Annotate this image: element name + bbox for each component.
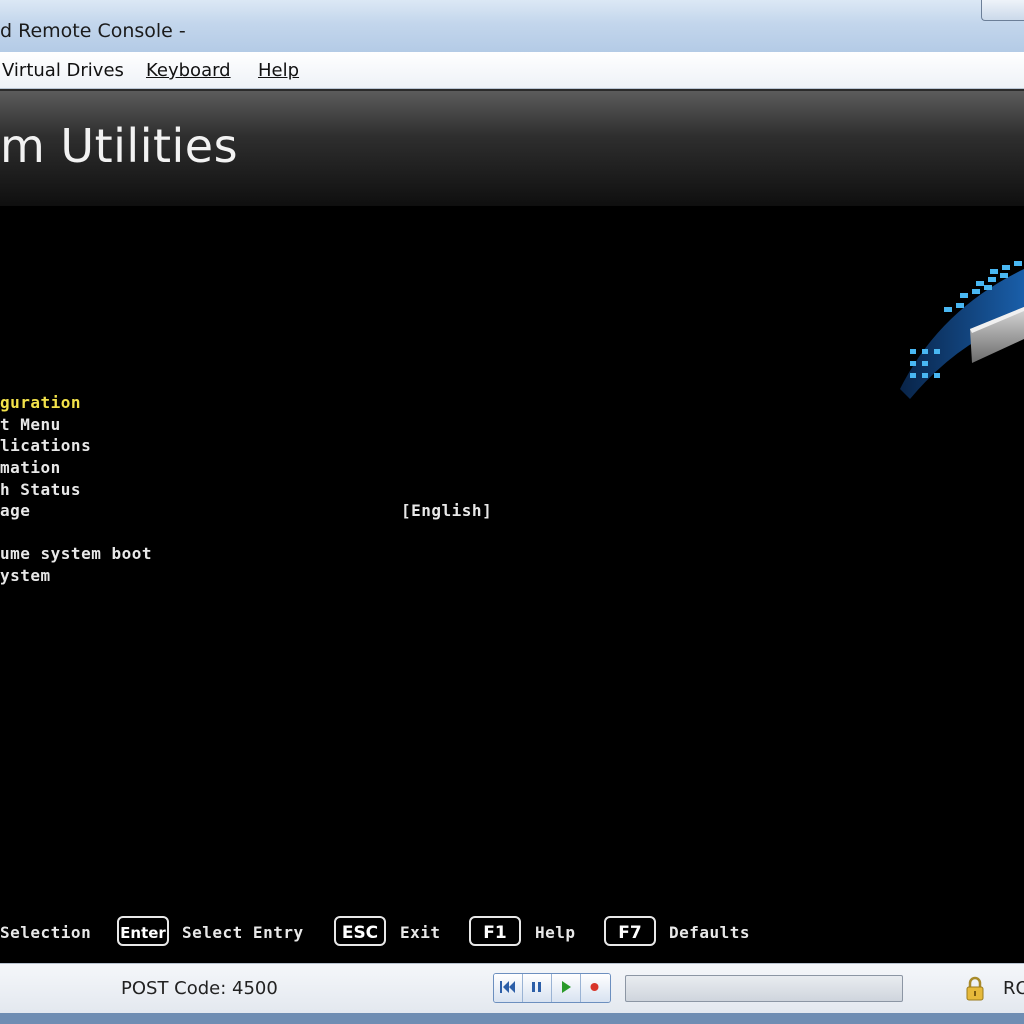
f1-key-icon: F1 — [469, 916, 521, 946]
f1-label: Help — [535, 923, 576, 942]
playback-controls — [493, 973, 611, 1003]
enter-label: Select Entry — [182, 923, 304, 942]
key-legend: Selection Enter Select Entry ESC Exit F1… — [0, 913, 1024, 953]
pause-icon — [532, 982, 541, 992]
menu-keyboard[interactable]: Keyboard — [146, 60, 231, 81]
pause-button[interactable] — [523, 974, 552, 1002]
esc-key-icon: ESC — [334, 916, 386, 946]
menu-virtual-drives[interactable]: Virtual Drives — [2, 60, 124, 81]
menu-entry-boot-menu[interactable]: t Menu — [0, 415, 61, 434]
menu-entry-information[interactable]: mation — [0, 458, 61, 477]
language-value: [English] — [401, 501, 493, 520]
post-code: POST Code: 4500 — [121, 978, 278, 999]
status-indicator-text: RO — [1003, 978, 1024, 999]
menu-help[interactable]: Help — [258, 60, 299, 81]
skip-back-button[interactable] — [494, 974, 523, 1002]
record-icon — [590, 983, 599, 991]
remote-console-screen[interactable]: m Utilities guration t Menu lications ma… — [0, 89, 1024, 965]
menu-entry-reboot-system[interactable]: ystem — [0, 566, 51, 585]
esc-label: Exit — [400, 923, 441, 942]
menu-entry-language[interactable]: age — [0, 501, 30, 520]
menu-entry-resume-boot[interactable]: ume system boot — [0, 544, 152, 563]
record-button[interactable] — [581, 974, 610, 1002]
window-titlebar[interactable]: d Remote Console - — [0, 0, 1024, 53]
window-controls[interactable] — [981, 0, 1024, 21]
progress-bar — [625, 975, 903, 1002]
f7-label: Defaults — [669, 923, 751, 942]
window-title: d Remote Console - — [0, 20, 186, 42]
play-button[interactable] — [552, 974, 581, 1002]
enter-key-icon: Enter — [117, 916, 169, 946]
server-graphic-icon — [900, 261, 1024, 399]
skip-back-icon — [500, 981, 515, 993]
banner-title: m Utilities — [0, 119, 239, 173]
play-icon — [562, 981, 571, 993]
menu-entry-health-status[interactable]: h Status — [0, 480, 81, 499]
f7-key-icon: F7 — [604, 916, 656, 946]
menu-entry-applications[interactable]: lications — [0, 436, 91, 455]
menu-bar: Virtual Drives Keyboard Help — [0, 52, 1024, 89]
menu-entry-configuration[interactable]: guration — [0, 393, 81, 412]
selection-label: Selection — [0, 923, 92, 942]
window-bottom-border — [0, 1013, 1024, 1024]
lock-icon — [966, 976, 984, 1001]
status-bar: POST Code: 4500 RO — [0, 963, 1024, 1014]
utilities-banner: m Utilities — [0, 91, 1024, 206]
